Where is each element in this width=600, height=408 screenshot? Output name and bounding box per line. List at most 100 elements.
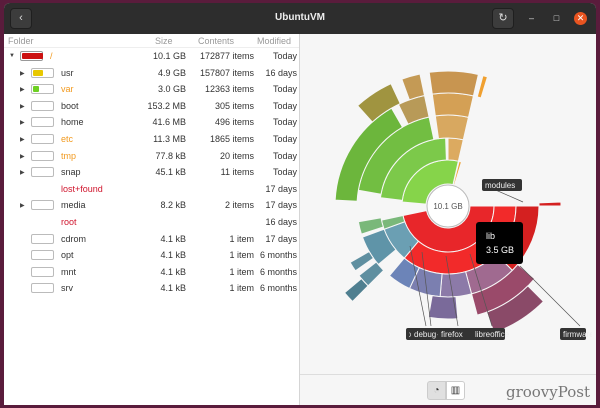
center-total-size: 10.1 GB (433, 202, 462, 211)
tooltip (476, 222, 523, 264)
sunburst-segment[interactable] (431, 92, 475, 118)
usage-bar (31, 133, 54, 144)
table-row[interactable]: srv 4.1 kB 1 item 6 months (4, 280, 299, 297)
folder-contents: 496 items (214, 117, 254, 128)
maximize-button[interactable]: □ (550, 12, 563, 25)
folder-name: srv (61, 283, 73, 294)
sunburst-segment[interactable] (476, 74, 489, 99)
column-modified[interactable]: Modified (257, 36, 291, 46)
folder-modified: Today (272, 84, 297, 95)
expander-icon[interactable]: ▶ (20, 202, 25, 209)
folder-size: 8.2 kB (160, 200, 186, 211)
watermark: groovyPost (505, 383, 590, 401)
folder-size: 45.1 kB (155, 167, 186, 178)
folder-modified: 6 months (259, 266, 297, 277)
table-row[interactable]: ▶ boot 153.2 MB 305 items Today (4, 98, 299, 115)
usage-bar (31, 100, 54, 111)
usage-bar (31, 117, 54, 128)
treemap-icon: ▥ (450, 385, 461, 396)
view-toolbar: ◔ ▥ groovyPost (300, 374, 596, 405)
folder-modified: Today (272, 167, 297, 178)
folder-modified: Today (272, 117, 297, 128)
reload-button[interactable]: ↻ (492, 8, 514, 29)
usage-bar (31, 283, 54, 294)
folder-contents: 1 item (229, 233, 254, 244)
column-folder[interactable]: Folder (8, 36, 34, 46)
expander-icon[interactable]: ▶ (20, 136, 25, 143)
folder-name: cdrom (61, 233, 87, 244)
table-row[interactable]: ▼ / 10.1 GB 172877 items Today (4, 48, 299, 65)
table-row[interactable]: ▶ tmp 77.8 kB 20 items Today (4, 148, 299, 165)
usage-bar (31, 250, 54, 261)
sunburst-segment[interactable] (439, 271, 473, 298)
table-row[interactable]: ▶ usr 4.9 GB 157807 items 16 days (4, 65, 299, 82)
tooltip-size: 3.5 GB (486, 245, 514, 255)
table-row[interactable]: ▶ media 8.2 kB 2 items 17 days (4, 197, 299, 214)
folder-size: 4.9 GB (157, 67, 186, 78)
folder-modified: 16 days (265, 67, 297, 78)
folder-modified: 6 months (259, 250, 297, 261)
folder-name: boot (61, 100, 79, 111)
sunburst-segment[interactable] (434, 114, 470, 141)
sunburst-chart[interactable]: 10.1 GBmodulesx86_64-linux-gnudebugfiref… (300, 34, 594, 374)
sunburst-segment[interactable] (538, 201, 562, 207)
folder-contents: 12363 items (204, 84, 254, 95)
table-row[interactable]: mnt 4.1 kB 1 item 6 months (4, 264, 299, 281)
table-row[interactable]: ▶ etc 11.3 MB 1865 items Today (4, 131, 299, 148)
table-row[interactable]: opt 4.1 kB 1 item 6 months (4, 247, 299, 264)
folder-contents: 305 items (214, 100, 254, 111)
folder-modified: Today (272, 150, 297, 161)
folder-contents: 1 item (229, 266, 254, 277)
column-size[interactable]: Size (155, 36, 173, 46)
app-window: ‹ UbuntuVM ↻ – □ ✕ Folder Size Contents … (4, 3, 596, 405)
folder-modified: Today (272, 100, 297, 111)
table-row[interactable]: root 16 days (4, 214, 299, 231)
treemap-chart-button[interactable]: ▥ (446, 381, 465, 400)
expander-icon[interactable]: ▼ (9, 53, 15, 59)
table-row[interactable]: ▶ var 3.0 GB 12363 items Today (4, 81, 299, 98)
firefox-label: debug (414, 330, 436, 339)
title-bar: ‹ UbuntuVM ↻ – □ ✕ (4, 3, 596, 34)
folder-contents: 1 item (229, 250, 254, 261)
usage-bar (31, 233, 54, 244)
table-row[interactable]: ▶ snap 45.1 kB 11 items Today (4, 164, 299, 181)
rings-chart-button[interactable]: ◔ (427, 381, 446, 400)
usage-bar (31, 266, 54, 277)
expander-icon[interactable]: ▶ (20, 70, 25, 77)
folder-size: 11.3 MB (153, 133, 186, 144)
expander-icon[interactable]: ▶ (20, 119, 25, 126)
expander-icon[interactable]: ▶ (20, 86, 25, 93)
sunburst-segment[interactable] (428, 70, 479, 97)
sunburst-segment[interactable] (401, 73, 426, 101)
folder-name: tmp (61, 150, 77, 161)
column-headers: Folder Size Contents Modified (4, 34, 299, 48)
folder-name: snap (61, 167, 81, 178)
usage-bar (31, 84, 54, 95)
expander-icon[interactable]: ▶ (20, 153, 25, 160)
folder-modified: Today (272, 133, 297, 144)
folder-contents: 1 item (229, 283, 254, 294)
expander-icon[interactable]: ▶ (20, 169, 25, 176)
column-contents[interactable]: Contents (198, 36, 234, 46)
table-row[interactable]: cdrom 4.1 kB 1 item 17 days (4, 231, 299, 248)
folder-size: 77.8 kB (155, 150, 186, 161)
usage-bar (31, 200, 54, 211)
table-row[interactable]: ▶ home 41.6 MB 496 items Today (4, 114, 299, 131)
folder-modified: 16 days (265, 216, 297, 227)
sunburst-segment[interactable] (447, 137, 464, 162)
expander-icon[interactable]: ▶ (20, 103, 25, 110)
folder-size: 4.1 kB (160, 266, 186, 277)
folder-name: var (61, 84, 74, 95)
table-row[interactable]: lost+found 17 days (4, 181, 299, 198)
folder-size: 4.1 kB (160, 283, 186, 294)
folder-tree: Folder Size Contents Modified ▼ / 10.1 GB 1… (4, 34, 300, 405)
folder-contents: 11 items (220, 167, 254, 178)
minimize-button[interactable]: – (525, 12, 538, 25)
usage-bar (31, 67, 54, 78)
usage-bar (20, 51, 43, 61)
folder-modified: 17 days (265, 200, 297, 211)
sunburst-segment[interactable] (343, 277, 369, 303)
close-button[interactable]: ✕ (574, 12, 587, 25)
refresh-icon: ↻ (498, 12, 508, 24)
folder-name: media (61, 200, 86, 211)
